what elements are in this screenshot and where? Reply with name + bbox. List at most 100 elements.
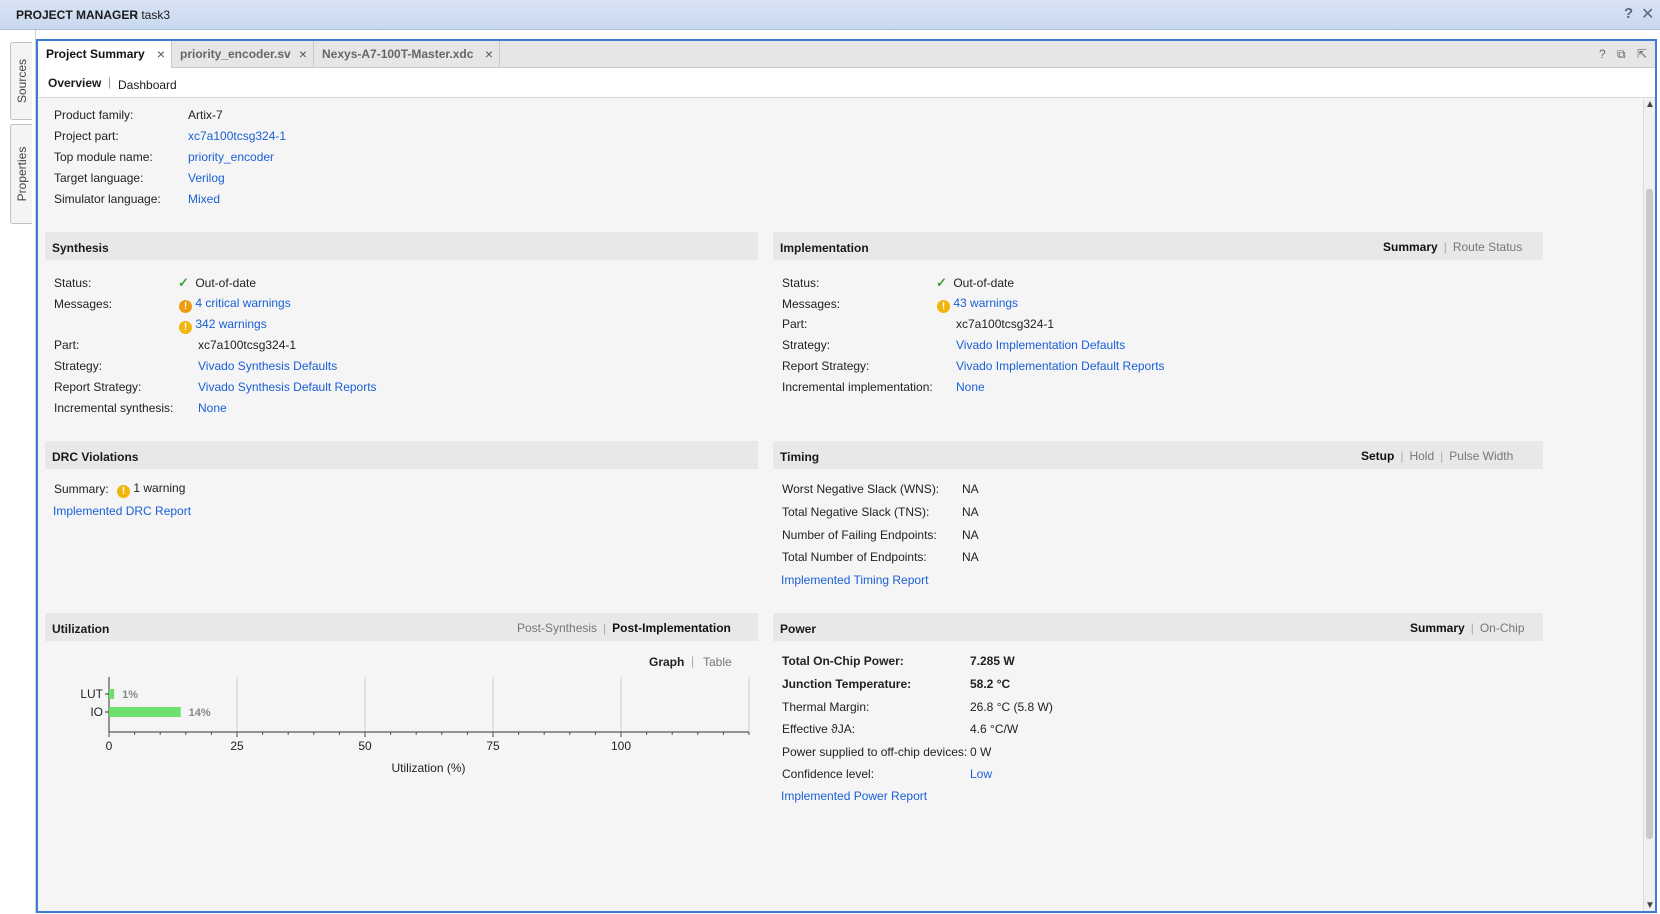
impl-messages-label: Messages: xyxy=(782,297,841,311)
confidence-level-label: Confidence level: xyxy=(782,767,875,781)
restore-icon[interactable]: ⧉ xyxy=(1617,47,1626,61)
close-icon[interactable]: ✕ xyxy=(1641,4,1654,24)
confidence-level-link[interactable]: Low xyxy=(970,767,992,781)
x-tick-label: 25 xyxy=(230,739,244,753)
tab-constraints-file[interactable]: Nexys-A7-100T-Master.xdc × xyxy=(314,41,500,68)
impl-warnings: ! 43 warnings xyxy=(937,296,1018,313)
timing-title: Timing xyxy=(780,450,820,464)
bar-lut xyxy=(109,689,115,699)
document-tab-bar: Project Summary × priority_encoder.sv × … xyxy=(38,41,1655,69)
route-status-option[interactable]: Route Status xyxy=(1453,240,1522,254)
x-tick-label: 0 xyxy=(106,739,113,753)
tab-close-icon[interactable]: × xyxy=(299,46,307,62)
tab-sources-label: Sources xyxy=(14,58,29,104)
power-report-link[interactable]: Implemented Power Report xyxy=(781,789,927,803)
help-icon[interactable]: ? xyxy=(1624,5,1633,22)
tab-label: priority_encoder.sv xyxy=(180,47,291,61)
tab-properties[interactable]: Properties xyxy=(10,124,32,224)
bar-io xyxy=(109,707,181,717)
impl-part-label: Part: xyxy=(782,317,808,331)
implementation-header: Implementation Summary | Route Status xyxy=(773,232,1543,260)
failing-endpoints-value: NA xyxy=(962,528,979,542)
effective-theta-label: Effective ϑJA: xyxy=(782,722,856,736)
summary-subnav: Overview | Dashboard xyxy=(38,68,1655,98)
impl-status: ✓ Out-of-date xyxy=(936,275,1014,291)
vertical-scrollbar[interactable]: ▲ ▼ xyxy=(1643,99,1655,911)
x-tick-label: 75 xyxy=(486,739,500,753)
total-power-label: Total On-Chip Power: xyxy=(782,654,904,668)
y-tick-label: LUT xyxy=(80,687,103,701)
setup-option[interactable]: Setup xyxy=(1361,449,1394,463)
power-view-options: Summary | On-Chip xyxy=(1410,621,1525,635)
tab-bar-icons: ? ⧉ ⇱ xyxy=(1591,47,1647,62)
impl-status-text: Out-of-date xyxy=(953,276,1015,290)
impl-status-label: Status: xyxy=(782,276,820,290)
implementation-summary-option[interactable]: Summary xyxy=(1383,240,1438,254)
timing-view-options: Setup | Hold | Pulse Width xyxy=(1361,449,1514,463)
project-summary-panel: Project Summary × priority_encoder.sv × … xyxy=(36,39,1657,913)
window-subtitle: - task3 xyxy=(134,8,171,22)
window-title: PROJECT MANAGER xyxy=(16,8,139,22)
on-chip-option[interactable]: On-Chip xyxy=(1480,621,1525,635)
scroll-up-icon[interactable]: ▲ xyxy=(1645,99,1655,110)
bar-value-label: 1% xyxy=(122,689,138,701)
summary-content: Product family: Artix-7 Project part: xc… xyxy=(38,99,1643,911)
utilization-chart: 0 25 50 75 100 LUT 1% IO 14% Utilization (%) xyxy=(38,99,758,914)
impl-report-strategy-label: Report Strategy: xyxy=(782,359,870,373)
tab-label: Project Summary xyxy=(46,47,145,61)
tab-project-summary[interactable]: Project Summary × xyxy=(38,41,172,69)
tab-close-icon[interactable]: × xyxy=(157,46,165,62)
timing-header: Timing Setup | Hold | Pulse Width xyxy=(773,441,1543,469)
pulse-width-option[interactable]: Pulse Width xyxy=(1449,449,1513,463)
impl-warnings-link[interactable]: 43 warnings xyxy=(953,296,1018,310)
overview-link[interactable]: Overview xyxy=(48,76,101,90)
impl-strategy-label: Strategy: xyxy=(782,338,831,352)
bar-value-label: 14% xyxy=(189,707,211,719)
y-tick-label: IO xyxy=(90,705,103,719)
incremental-impl-label: Incremental implementation: xyxy=(782,380,933,394)
scroll-down-icon[interactable]: ▼ xyxy=(1645,900,1655,911)
hold-option[interactable]: Hold xyxy=(1409,449,1434,463)
timing-report-link[interactable]: Implemented Timing Report xyxy=(781,573,928,587)
implementation-view-options: Summary | Route Status xyxy=(1383,240,1523,254)
scrollbar-thumb[interactable] xyxy=(1646,189,1653,839)
tab-sources[interactable]: Sources xyxy=(10,42,32,120)
power-title: Power xyxy=(780,622,817,636)
junction-temp-label: Junction Temperature: xyxy=(782,677,912,691)
power-summary-option[interactable]: Summary xyxy=(1410,621,1465,635)
thermal-margin-value: 26.8 °C (5.8 W) xyxy=(970,700,1053,714)
total-power-value: 7.285 W xyxy=(970,654,1015,668)
offchip-power-value: 0 W xyxy=(970,745,992,759)
dashboard-link[interactable]: Dashboard xyxy=(118,78,177,92)
out-of-date-check-icon: ✓ xyxy=(936,275,947,290)
utilization-chart-svg: 0 25 50 75 100 LUT 1% IO 14% Utilization (%) xyxy=(80,677,750,775)
tab-properties-label: Properties xyxy=(14,146,29,202)
tns-value: NA xyxy=(962,505,979,519)
subnav-separator: | xyxy=(108,75,112,89)
impl-report-strategy-link[interactable]: Vivado Implementation Default Reports xyxy=(956,359,1165,373)
implementation-title: Implementation xyxy=(780,241,869,255)
wns-value: NA xyxy=(962,482,979,496)
offchip-power-label: Power supplied to off-chip devices: xyxy=(782,745,968,759)
tab-label: Nexys-A7-100T-Master.xdc xyxy=(322,47,474,61)
x-tick-label: 100 xyxy=(611,739,631,753)
x-tick-label: 50 xyxy=(358,739,372,753)
help-icon[interactable]: ? xyxy=(1599,47,1606,61)
failing-endpoints-label: Number of Failing Endpoints: xyxy=(782,528,937,542)
tab-close-icon[interactable]: × xyxy=(485,46,493,62)
power-header: Power Summary | On-Chip xyxy=(773,613,1543,641)
impl-strategy-link[interactable]: Vivado Implementation Defaults xyxy=(956,338,1125,352)
left-side-tabs: Sources Properties xyxy=(0,30,36,913)
tns-label: Total Negative Slack (TNS): xyxy=(782,505,930,519)
effective-theta-value: 4.6 °C/W xyxy=(970,722,1019,736)
wns-label: Worst Negative Slack (WNS): xyxy=(782,482,940,496)
tab-priority-encoder[interactable]: priority_encoder.sv × xyxy=(172,41,314,68)
warning-icon: ! xyxy=(937,300,950,313)
thermal-margin-label: Thermal Margin: xyxy=(782,700,870,714)
window-titlebar: PROJECT MANAGER - task3 ? ✕ xyxy=(0,0,1660,30)
total-endpoints-label: Total Number of Endpoints: xyxy=(782,550,927,564)
incremental-impl-link[interactable]: None xyxy=(956,380,985,394)
junction-temp-value: 58.2 °C xyxy=(970,677,1011,691)
float-icon[interactable]: ⇱ xyxy=(1637,47,1647,61)
total-endpoints-value: NA xyxy=(962,550,979,564)
